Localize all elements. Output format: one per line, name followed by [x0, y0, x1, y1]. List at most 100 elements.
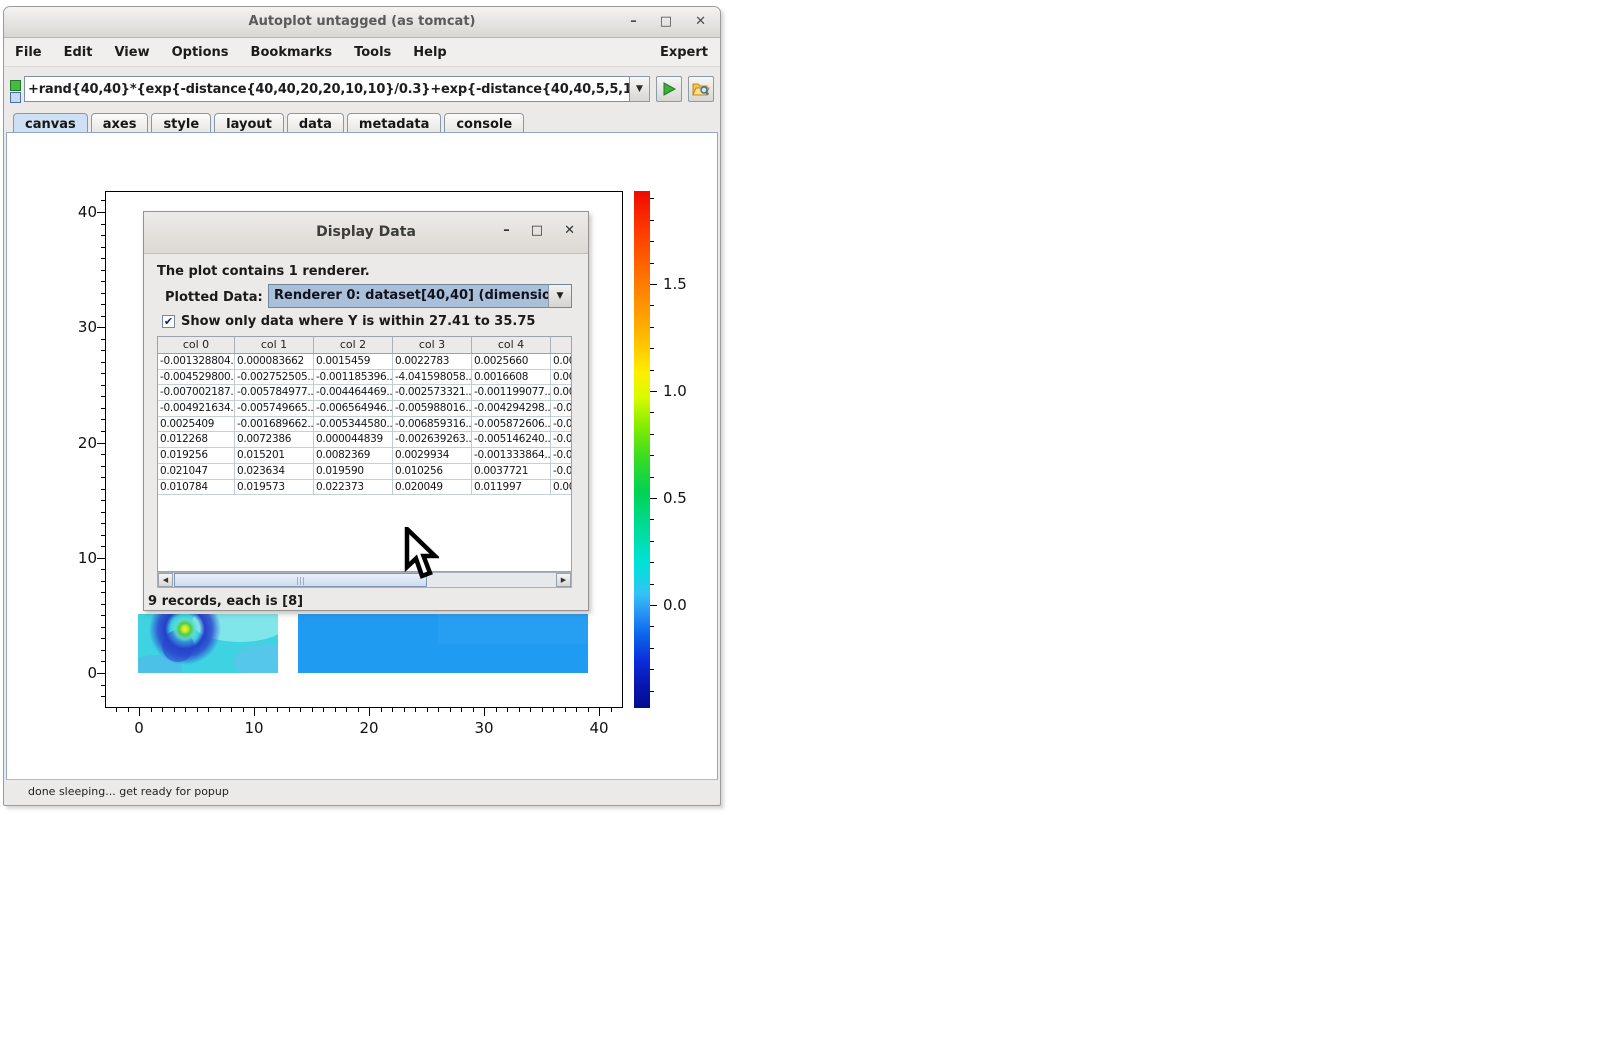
- dialog-titlebar[interactable]: Display Data – □ ✕: [144, 212, 588, 254]
- x-axis-tick: [427, 708, 428, 712]
- tab-console[interactable]: console: [444, 113, 524, 134]
- x-axis-tick: [266, 708, 267, 712]
- table-cell: -0.0: [551, 448, 572, 464]
- dialog-maximize-icon[interactable]: □: [531, 223, 543, 238]
- table-cell: -0.005784977...: [235, 385, 314, 401]
- menu-view[interactable]: View: [103, 45, 160, 60]
- y-axis-tick: [101, 247, 105, 248]
- x-axis-tick: [438, 708, 439, 712]
- go-button[interactable]: [656, 76, 682, 102]
- maximize-icon[interactable]: □: [660, 13, 672, 30]
- menu-bookmarks[interactable]: Bookmarks: [240, 45, 344, 60]
- x-axis-tick: [381, 708, 382, 712]
- y-axis-tick: [101, 489, 105, 490]
- plotted-data-select[interactable]: Renderer 0: dataset[40,40] (dimension...…: [268, 284, 572, 308]
- table-cell: 0.021047: [158, 464, 235, 480]
- scroll-right-icon[interactable]: ▶: [556, 573, 571, 587]
- y-axis-tick: [101, 339, 105, 340]
- table-cell: -0.006859316...: [393, 417, 472, 433]
- table-row[interactable]: -0.004529800...-0.002752505...-0.0011853…: [158, 370, 571, 386]
- menu-tools[interactable]: Tools: [343, 45, 402, 60]
- table-cell: 0.000083662: [235, 354, 314, 370]
- datasource-status-green-icon: [10, 80, 21, 91]
- x-axis-tick-label: 40: [582, 719, 616, 737]
- inspect-uri-button[interactable]: [688, 76, 714, 102]
- colorbar: [634, 191, 650, 708]
- chevron-down-icon[interactable]: ▼: [548, 285, 571, 307]
- table-row[interactable]: 0.0210470.0236340.0195900.0102560.003772…: [158, 464, 571, 480]
- table-row[interactable]: -0.004921634...-0.005749665...-0.0065649…: [158, 401, 571, 417]
- table-cell: -0.002752505...: [235, 370, 314, 386]
- table-cell: -0.001199077...: [472, 385, 551, 401]
- table-row[interactable]: -0.007002187...-0.005784977...-0.0044644…: [158, 385, 571, 401]
- x-axis-tick: [174, 708, 175, 712]
- window-titlebar[interactable]: Autoplot untagged (as tomcat) – □ ✕: [4, 7, 720, 38]
- minimize-icon[interactable]: –: [630, 13, 637, 30]
- table-cell: -0.004294298...: [472, 401, 551, 417]
- table-row[interactable]: -0.001328804...0.0000836620.00154590.002…: [158, 354, 571, 370]
- colorbar-tick: [650, 626, 654, 627]
- scroll-left-icon[interactable]: ◀: [158, 573, 173, 587]
- colorbar-tick-label: 0.5: [663, 489, 699, 507]
- table-cell: 0.0022783: [393, 354, 472, 370]
- x-axis-tick: [576, 708, 577, 712]
- table-cell: -0.001689662...: [235, 417, 314, 433]
- tab-metadata[interactable]: metadata: [347, 113, 441, 134]
- app-window: Autoplot untagged (as tomcat) – □ ✕ File…: [3, 6, 721, 806]
- x-axis-tick: [197, 708, 198, 712]
- close-icon[interactable]: ✕: [695, 13, 706, 30]
- colorbar-tick: [650, 241, 654, 242]
- table-cell: -0.005344580...: [314, 417, 393, 433]
- colorbar-tick: [650, 198, 654, 199]
- y-axis-tick: [101, 512, 105, 513]
- colorbar-tick: [650, 305, 654, 306]
- tab-style[interactable]: style: [151, 113, 211, 134]
- dialog-close-icon[interactable]: ✕: [564, 223, 575, 238]
- y-axis-tick: [101, 362, 105, 363]
- filter-checkbox[interactable]: ✔: [162, 315, 175, 328]
- table-cell: 0.00: [551, 370, 572, 386]
- tab-axes[interactable]: axes: [91, 113, 149, 134]
- y-axis-tick-label: 40: [49, 203, 97, 221]
- x-axis-tick: [542, 708, 543, 712]
- y-axis-tick: [101, 546, 105, 547]
- uri-input[interactable]: +rand{40,40}*{exp{-distance{40,40,20,20,…: [24, 76, 630, 102]
- play-icon: [662, 82, 676, 96]
- tab-layout[interactable]: layout: [214, 113, 284, 134]
- table-cell: -0.004464469...: [314, 385, 393, 401]
- table-row[interactable]: 0.0025409-0.001689662...-0.005344580...-…: [158, 417, 571, 433]
- x-axis-tick: [473, 708, 474, 712]
- datasource-status-blue-icon: [10, 92, 21, 103]
- table-cell: -0.0: [551, 401, 572, 417]
- colorbar-tick: [650, 327, 654, 328]
- menu-expert[interactable]: Expert: [660, 45, 708, 60]
- data-table[interactable]: col 0col 1col 2col 3col 4-0.001328804...…: [157, 336, 572, 572]
- scrollbar-thumb[interactable]: [174, 573, 427, 587]
- menu-options[interactable]: Options: [161, 45, 240, 60]
- table-row[interactable]: 0.0192560.0152010.00823690.0029934-0.001…: [158, 448, 571, 464]
- dialog-minimize-icon[interactable]: –: [503, 223, 510, 238]
- table-row[interactable]: 0.0107840.0195730.0223730.0200490.011997…: [158, 480, 571, 496]
- status-bar: done sleeping... get ready for popup: [6, 779, 718, 803]
- colorbar-tick: [650, 477, 654, 478]
- tab-data[interactable]: data: [287, 113, 344, 134]
- column-header: col 3: [393, 337, 472, 354]
- x-axis-tick: [450, 708, 451, 712]
- colorbar-tick: [650, 391, 657, 392]
- colorbar-tick: [650, 284, 657, 285]
- colorbar-tick: [650, 691, 654, 692]
- plot-canvas[interactable]: 0102030400102030400.00.51.01.5: [6, 132, 718, 782]
- menu-file[interactable]: File: [4, 45, 53, 60]
- uri-dropdown-button[interactable]: ▼: [630, 76, 650, 102]
- menu-help[interactable]: Help: [402, 45, 457, 60]
- menu-edit[interactable]: Edit: [53, 45, 104, 60]
- y-axis-tick: [101, 685, 105, 686]
- y-axis-tick: [101, 569, 105, 570]
- table-horizontal-scrollbar[interactable]: ◀ ▶: [157, 572, 572, 588]
- x-axis-tick: [128, 708, 129, 712]
- filter-checkbox-label: Show only data where Y is within 27.41 t…: [181, 314, 535, 329]
- tab-canvas[interactable]: canvas: [13, 113, 88, 134]
- table-row[interactable]: 0.0122680.00723860.000044839-0.002639263…: [158, 432, 571, 448]
- x-axis-tick: [565, 708, 566, 712]
- x-axis-tick: [231, 708, 232, 712]
